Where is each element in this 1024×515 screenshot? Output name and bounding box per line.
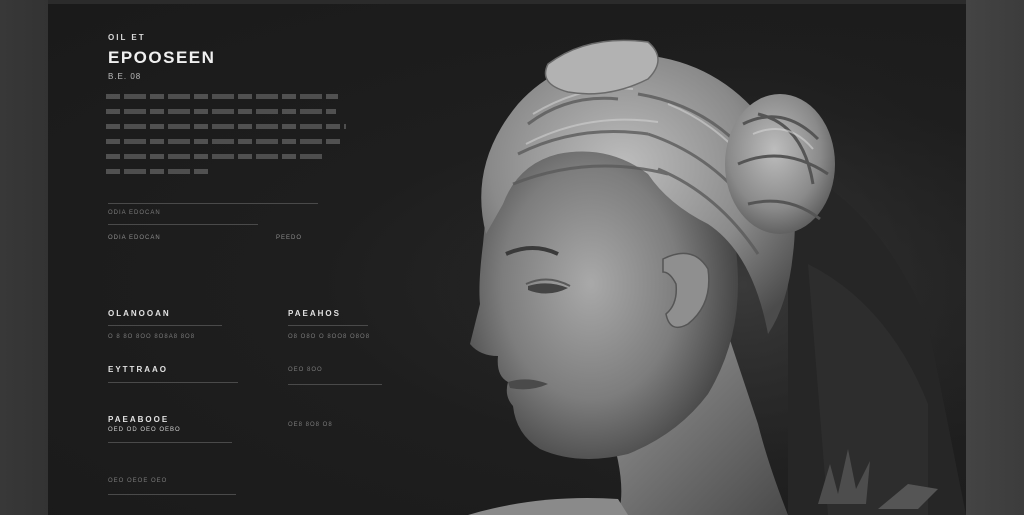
- divider: [108, 224, 258, 225]
- divider: [288, 325, 368, 326]
- divider: [108, 203, 318, 204]
- section-label-1: OLANOOAN: [108, 309, 171, 318]
- paragraph-line: [106, 154, 326, 159]
- eyebrow-text: OIL ET: [108, 33, 146, 42]
- paragraph-line: [106, 169, 210, 174]
- section-label-2: PAEAHOS: [288, 309, 341, 318]
- paragraph-line: [106, 109, 336, 114]
- hero-panel: OIL ET EPOOSEEN B.E. 08 ODIA EDOCAN ODIA…: [48, 4, 966, 515]
- divider: [108, 494, 236, 495]
- divider: [108, 325, 222, 326]
- section-label-4: PAEABOOE: [108, 415, 170, 424]
- meta-link-a[interactable]: ODIA EDOCAN: [108, 235, 161, 241]
- section-sub-4: OED OD OEO OEBO: [108, 427, 181, 433]
- right-frame: [966, 0, 1024, 515]
- divider: [108, 442, 232, 443]
- page-subtitle: B.E. 08: [108, 72, 142, 81]
- meta-label-a: ODIA EDOCAN: [108, 210, 161, 216]
- left-frame: [0, 0, 48, 515]
- paragraph-line: [106, 94, 338, 99]
- section-caption-5: OEO OEOE OEO: [108, 478, 168, 484]
- section-caption-2: O8 O8O O 8OO8 O8O8: [288, 334, 371, 340]
- section-caption-3: OEO 8OO: [288, 367, 323, 373]
- divider: [108, 382, 238, 383]
- paragraph-line: [106, 139, 344, 144]
- sculpture-head-image: [408, 4, 966, 515]
- section-caption-4: OE8 8O8 O8: [288, 422, 333, 428]
- page-title: EPOOSEEN: [108, 48, 216, 67]
- meta-link-b[interactable]: PEEDO: [276, 235, 302, 241]
- paragraph-line: [106, 124, 346, 129]
- divider: [288, 384, 382, 385]
- section-label-3: EYTTRAAO: [108, 365, 168, 374]
- intro-paragraph: [106, 94, 356, 184]
- section-caption-1: O 8 8O 8OO 8O8A8 8O8: [108, 334, 196, 340]
